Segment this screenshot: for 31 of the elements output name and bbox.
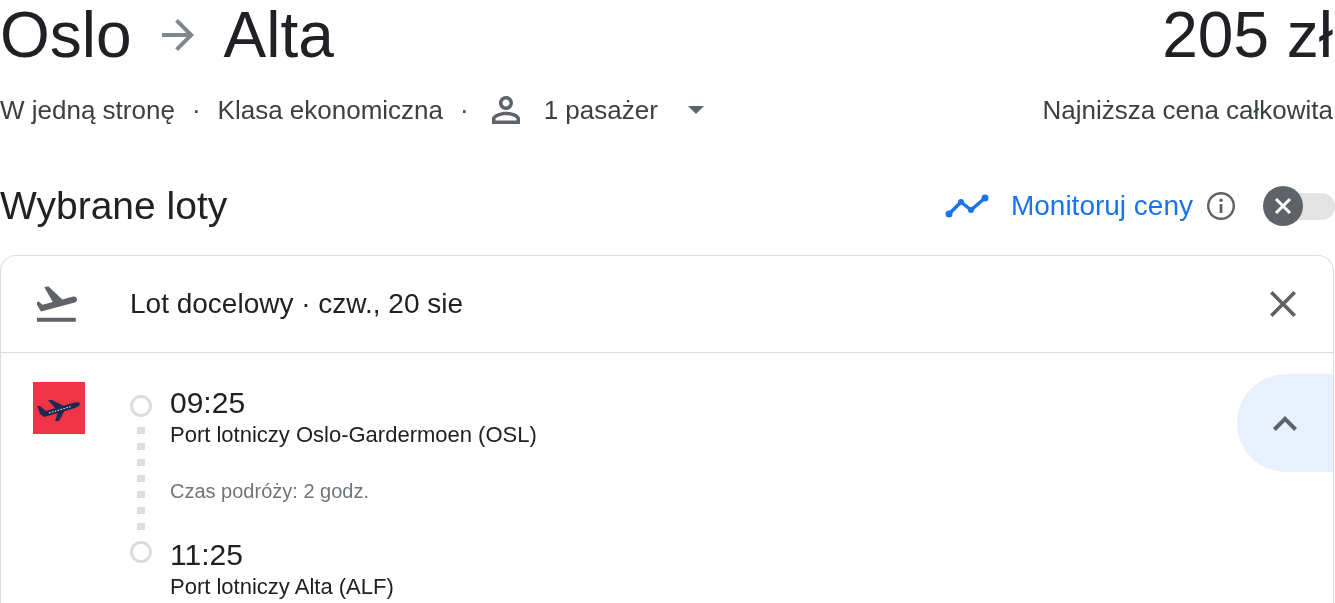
switch-thumb-x-icon [1263, 186, 1303, 226]
stop-time: 11:25 [170, 537, 244, 573]
price-tracking-switch[interactable] [1263, 186, 1335, 226]
trip-option-text: W jedną stronę [0, 94, 175, 126]
caret-down-icon [687, 106, 704, 114]
price-tracking-label: Monitoruj ceny [1010, 189, 1193, 223]
timeline-ring-icon [130, 541, 152, 563]
travel-duration: Czas podróży: 2 godz. [170, 479, 370, 503]
person-icon [491, 96, 520, 124]
origin-city-title: Oslo [0, 0, 132, 70]
price-amount: 205 zł [1162, 0, 1333, 70]
stop-time: 09:25 [170, 385, 247, 421]
info-icon[interactable] [1207, 192, 1235, 220]
chevron-up-icon [1273, 415, 1297, 431]
right-arrow-icon [161, 19, 194, 51]
airport-name: Port lotniczy Oslo-Gardermoen (OSL) [170, 421, 537, 449]
destination-city-title: Alta [223, 0, 334, 70]
separator-dot: · [191, 94, 201, 126]
price-note: Najniższa cena całkowita [1042, 94, 1333, 126]
collapse-toggle-button[interactable] [1237, 374, 1333, 472]
close-icon[interactable] [1270, 291, 1296, 317]
airplane-takeoff-icon [37, 286, 77, 322]
section-title: Wybrane loty [0, 184, 228, 228]
separator-dot: · [460, 94, 469, 126]
trend-line-icon [944, 194, 989, 218]
airport-name: Port lotniczy Alta (ALF) [170, 573, 395, 601]
passenger-dropdown[interactable]: 1 pasażer [491, 94, 704, 126]
airline-logo-icon [33, 382, 85, 434]
trip-option-text: Klasa ekonomiczna [217, 94, 443, 126]
flight-card-title: Lot docelowy · czw., 20 sie [130, 287, 464, 321]
timeline-ring-icon [130, 395, 152, 417]
